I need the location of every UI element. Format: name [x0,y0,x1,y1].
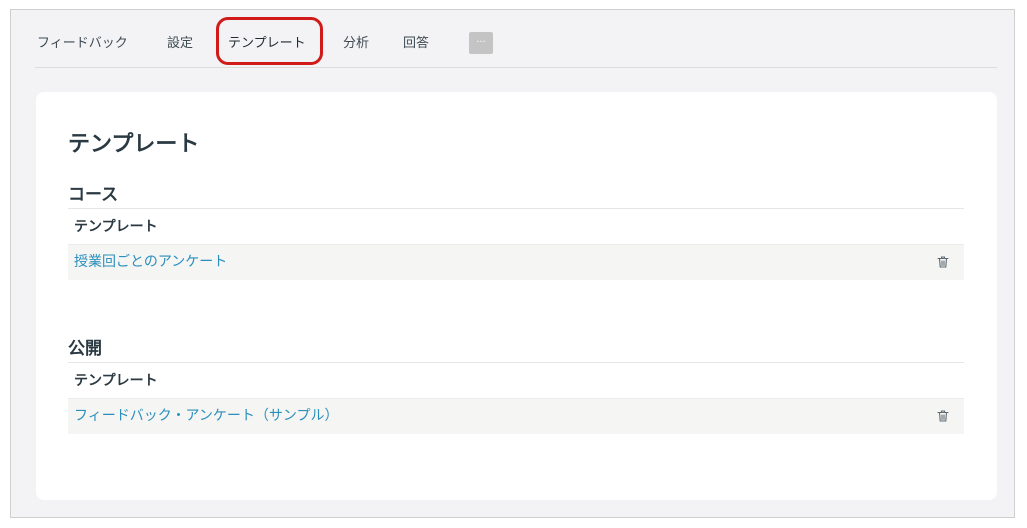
section-title-course: コース [68,185,119,205]
tab-feedback[interactable]: フィードバック [37,36,128,52]
table-row: 授業回ごとのアンケート [68,244,964,280]
tab-responses[interactable]: 回答 [403,36,429,52]
table-row: フィードバック・アンケート（サンプル） [68,398,964,434]
public-templates-table: テンプレート フィードバック・アンケート（サンプル） [68,362,964,434]
tab-settings[interactable]: 設定 [167,36,193,52]
column-header: テンプレート [68,208,964,244]
tab-bar: フィードバック 設定 テンプレート 分析 回答 ··· [35,20,997,68]
section-title-public: 公開 [68,339,102,359]
trash-icon[interactable] [936,409,950,423]
course-templates-table: テンプレート 授業回ごとのアンケート [68,208,964,280]
templates-card: テンプレート コース テンプレート 授業回ごとのアンケート 公開 テンプレート … [36,92,997,500]
column-header: テンプレート [68,362,964,398]
trash-icon[interactable] [936,255,950,269]
page-title: テンプレート [68,132,200,157]
more-options-button[interactable]: ··· [469,32,493,54]
app-frame: フィードバック 設定 テンプレート 分析 回答 ··· テンプレート コース テ… [10,9,1015,518]
template-link[interactable]: 授業回ごとのアンケート [74,245,227,280]
tab-analysis[interactable]: 分析 [343,36,369,52]
active-tab-highlight [216,17,323,65]
template-link[interactable]: フィードバック・アンケート（サンプル） [74,399,338,434]
